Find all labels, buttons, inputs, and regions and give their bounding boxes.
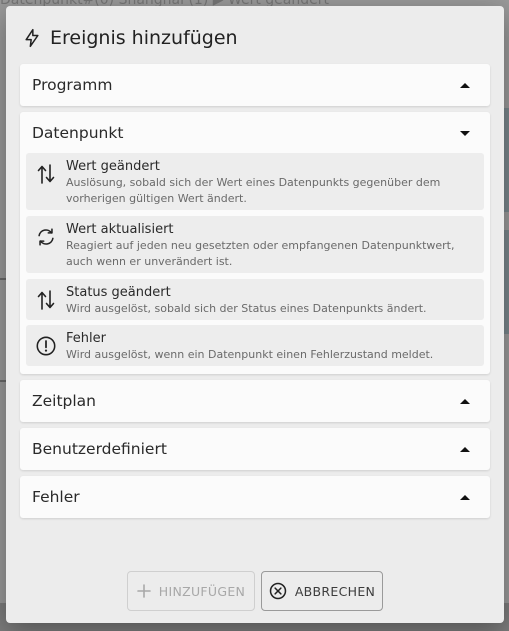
- chevron-up-icon: [460, 398, 470, 404]
- chevron-up-icon: [460, 446, 470, 452]
- section-datenpunkt-label: Datenpunkt: [32, 124, 124, 142]
- event-item-description: Wird ausgelöst, sobald sich der Status e…: [66, 302, 427, 315]
- section-benutzerdefiniert: Benutzerdefiniert: [20, 428, 490, 470]
- event-item-description: Auslösung, sobald sich der Wert eines Da…: [66, 176, 441, 205]
- cancel-button-label: ABBRECHEN: [294, 583, 376, 599]
- dialog-title: Ereignis hinzufügen: [50, 27, 238, 49]
- event-item-title: Status geändert: [66, 285, 171, 300]
- event-item-value-changed[interactable]: Wert geändert Auslösung, sobald sich der…: [26, 153, 484, 210]
- close-circle-icon: [269, 582, 287, 600]
- event-item-title: Wert geändert: [66, 159, 160, 174]
- event-item-description: Wird ausgelöst, wenn ein Datenpunkt eine…: [66, 348, 434, 361]
- section-programm-header[interactable]: Programm: [20, 64, 490, 106]
- event-item-value-updated[interactable]: Wert aktualisiert Reagiert auf jeden neu…: [26, 216, 484, 273]
- alert-circle-icon: [26, 325, 66, 366]
- chevron-up-icon: [460, 494, 470, 500]
- add-button-label: HINZUFÜGEN: [158, 583, 246, 599]
- event-item-status-changed[interactable]: Status geändert Wird ausgelöst, sobald s…: [26, 279, 484, 320]
- plus-icon: [136, 584, 151, 598]
- section-zeitplan-label: Zeitplan: [32, 392, 97, 410]
- section-zeitplan-header[interactable]: Zeitplan: [20, 380, 490, 422]
- chevron-up-icon: [460, 82, 470, 88]
- section-fehler-label: Fehler: [32, 488, 80, 506]
- section-programm-label: Programm: [32, 76, 113, 94]
- arrows-up-down-icon: [26, 279, 66, 320]
- event-item-title: Fehler: [66, 331, 106, 346]
- add-button[interactable]: HINZUFÜGEN: [127, 571, 255, 611]
- event-item-error[interactable]: Fehler Wird ausgelöst, wenn ein Datenpun…: [26, 325, 484, 366]
- section-fehler: Fehler: [20, 476, 490, 518]
- arrows-up-down-icon: [26, 153, 66, 210]
- section-zeitplan: Zeitplan: [20, 380, 490, 422]
- section-datenpunkt-header[interactable]: Datenpunkt: [20, 112, 490, 154]
- dialog-header: Ereignis hinzufügen: [22, 24, 238, 52]
- event-item-title: Wert aktualisiert: [66, 222, 174, 237]
- section-fehler-header[interactable]: Fehler: [20, 476, 490, 518]
- event-item-description: Reagiert auf jeden neu gesetzten oder em…: [66, 239, 455, 268]
- section-benutzerdefiniert-label: Benutzerdefiniert: [32, 440, 167, 458]
- bolt-icon: [22, 28, 42, 48]
- cancel-button[interactable]: ABBRECHEN: [261, 571, 383, 611]
- add-event-dialog: Ereignis hinzufügen Programm Datenpunkt …: [6, 6, 504, 623]
- section-benutzerdefiniert-header[interactable]: Benutzerdefiniert: [20, 428, 490, 470]
- refresh-icon: [26, 216, 66, 273]
- section-datenpunkt: Datenpunkt Wert geändert Auslösung, soba…: [20, 112, 490, 374]
- chevron-down-icon: [460, 130, 470, 136]
- section-programm: Programm: [20, 64, 490, 106]
